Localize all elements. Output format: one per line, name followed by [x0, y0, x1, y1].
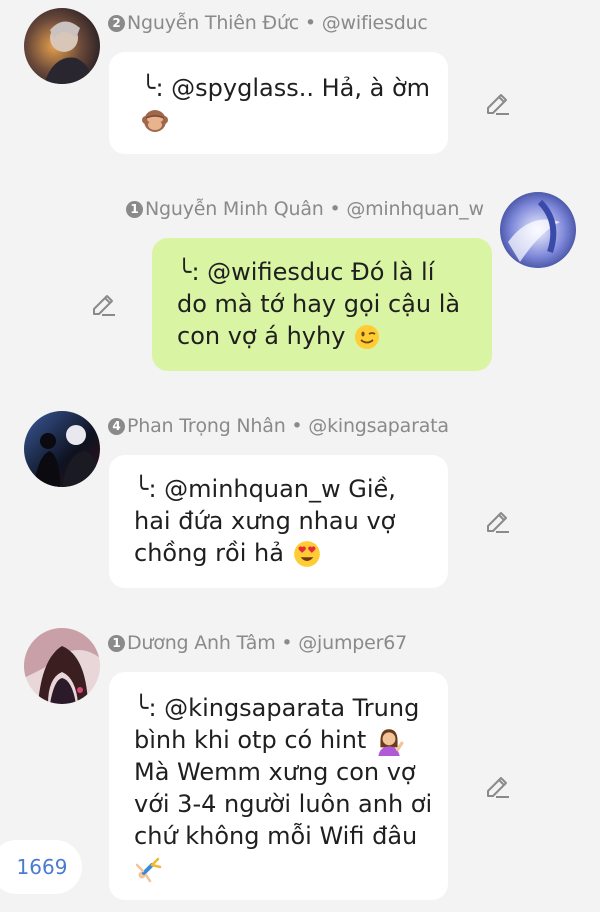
comment-bubble[interactable]: ╰: @kingsaparata Trung bình khi otp có h…: [109, 672, 448, 900]
comment-line-emoji: bình khi otp có hint: [134, 724, 448, 756]
comment-line: ╰: @spyglass.. Hả, à ờm: [141, 74, 431, 102]
comment-line-text: chồng rồi hả: [134, 539, 284, 567]
author-handle[interactable]: @minhquan_w: [346, 198, 484, 220]
cartwheel-person-icon: [134, 855, 162, 883]
author-handle[interactable]: @wifiesduc: [322, 12, 428, 34]
separator: •: [281, 632, 293, 654]
comment-line: ╰: @kingsaparata Trung: [134, 694, 420, 722]
person-tipping-hand-icon: [374, 726, 404, 756]
comment-line: ╰: @minhquan_w Giề,: [134, 475, 396, 503]
comment-line: với 3-4 người luôn anh ơi: [134, 790, 433, 818]
avatar[interactable]: [24, 8, 100, 84]
author-name[interactable]: Nguyễn Minh Quân: [145, 198, 324, 220]
comment-header: 1 Nguyễn Minh Quân • @minhquan_w: [126, 198, 484, 220]
comment-bubble[interactable]: ╰: @minhquan_w Giề, hai đứa xưng nhau vợ…: [109, 455, 448, 588]
comment-line: chứ không mỗi Wifi đâu: [134, 822, 418, 850]
edit-pencil-icon[interactable]: [90, 290, 118, 318]
comment-header: 1 Dương Anh Tâm • @jumper67: [108, 632, 407, 654]
comment-line-emoji: [141, 104, 448, 136]
comment-bubble[interactable]: ╰: @wifiesduc Đó là lí do mà tớ hay gọi …: [152, 238, 492, 371]
comment-line-text: con vợ á hyhy: [177, 322, 346, 350]
separator: •: [304, 12, 316, 34]
author-name[interactable]: Phan Trọng Nhân: [127, 415, 286, 437]
rank-badge: 2: [108, 15, 125, 32]
see-no-evil-monkey-icon: [141, 107, 169, 135]
winking-face-icon: [353, 323, 381, 351]
comment-count-badge[interactable]: 1669: [0, 840, 82, 894]
author-name[interactable]: Nguyễn Thiên Đức: [127, 12, 299, 34]
rank-badge: 4: [108, 418, 125, 435]
avatar[interactable]: [24, 628, 100, 704]
author-name[interactable]: Dương Anh Tâm: [127, 632, 276, 654]
comment-line-text: bình khi otp có hint: [134, 726, 367, 754]
edit-pencil-icon[interactable]: [484, 772, 512, 800]
comment-header: 4 Phan Trọng Nhân • @kingsaparata: [108, 415, 449, 437]
comment-line: Mà Wemm xưng con vợ: [134, 758, 416, 786]
comment-bubble[interactable]: ╰: @spyglass.. Hả, à ờm: [109, 52, 448, 154]
heart-eyes-face-icon: [292, 539, 322, 569]
edit-pencil-icon[interactable]: [484, 507, 512, 535]
author-handle[interactable]: @jumper67: [298, 632, 407, 654]
avatar[interactable]: [500, 192, 576, 268]
edit-pencil-icon[interactable]: [484, 89, 512, 117]
author-handle[interactable]: @kingsaparata: [308, 415, 449, 437]
comment-line: ╰: @wifiesduc Đó là lí: [177, 258, 435, 286]
avatar[interactable]: [24, 411, 100, 487]
separator: •: [329, 198, 341, 220]
comment-line: do mà tớ hay gọi cậu là: [177, 290, 461, 318]
comment-line-emoji: con vợ á hyhy: [177, 320, 492, 352]
separator: •: [291, 415, 303, 437]
comment-line-emoji: [134, 852, 448, 884]
comment-line: hai đứa xưng nhau vợ: [134, 507, 396, 535]
rank-badge: 1: [108, 635, 125, 652]
rank-badge: 1: [126, 201, 143, 218]
comment-header: 2 Nguyễn Thiên Đức • @wifiesduc: [108, 12, 428, 34]
comment-line-emoji: chồng rồi hả: [134, 537, 448, 569]
